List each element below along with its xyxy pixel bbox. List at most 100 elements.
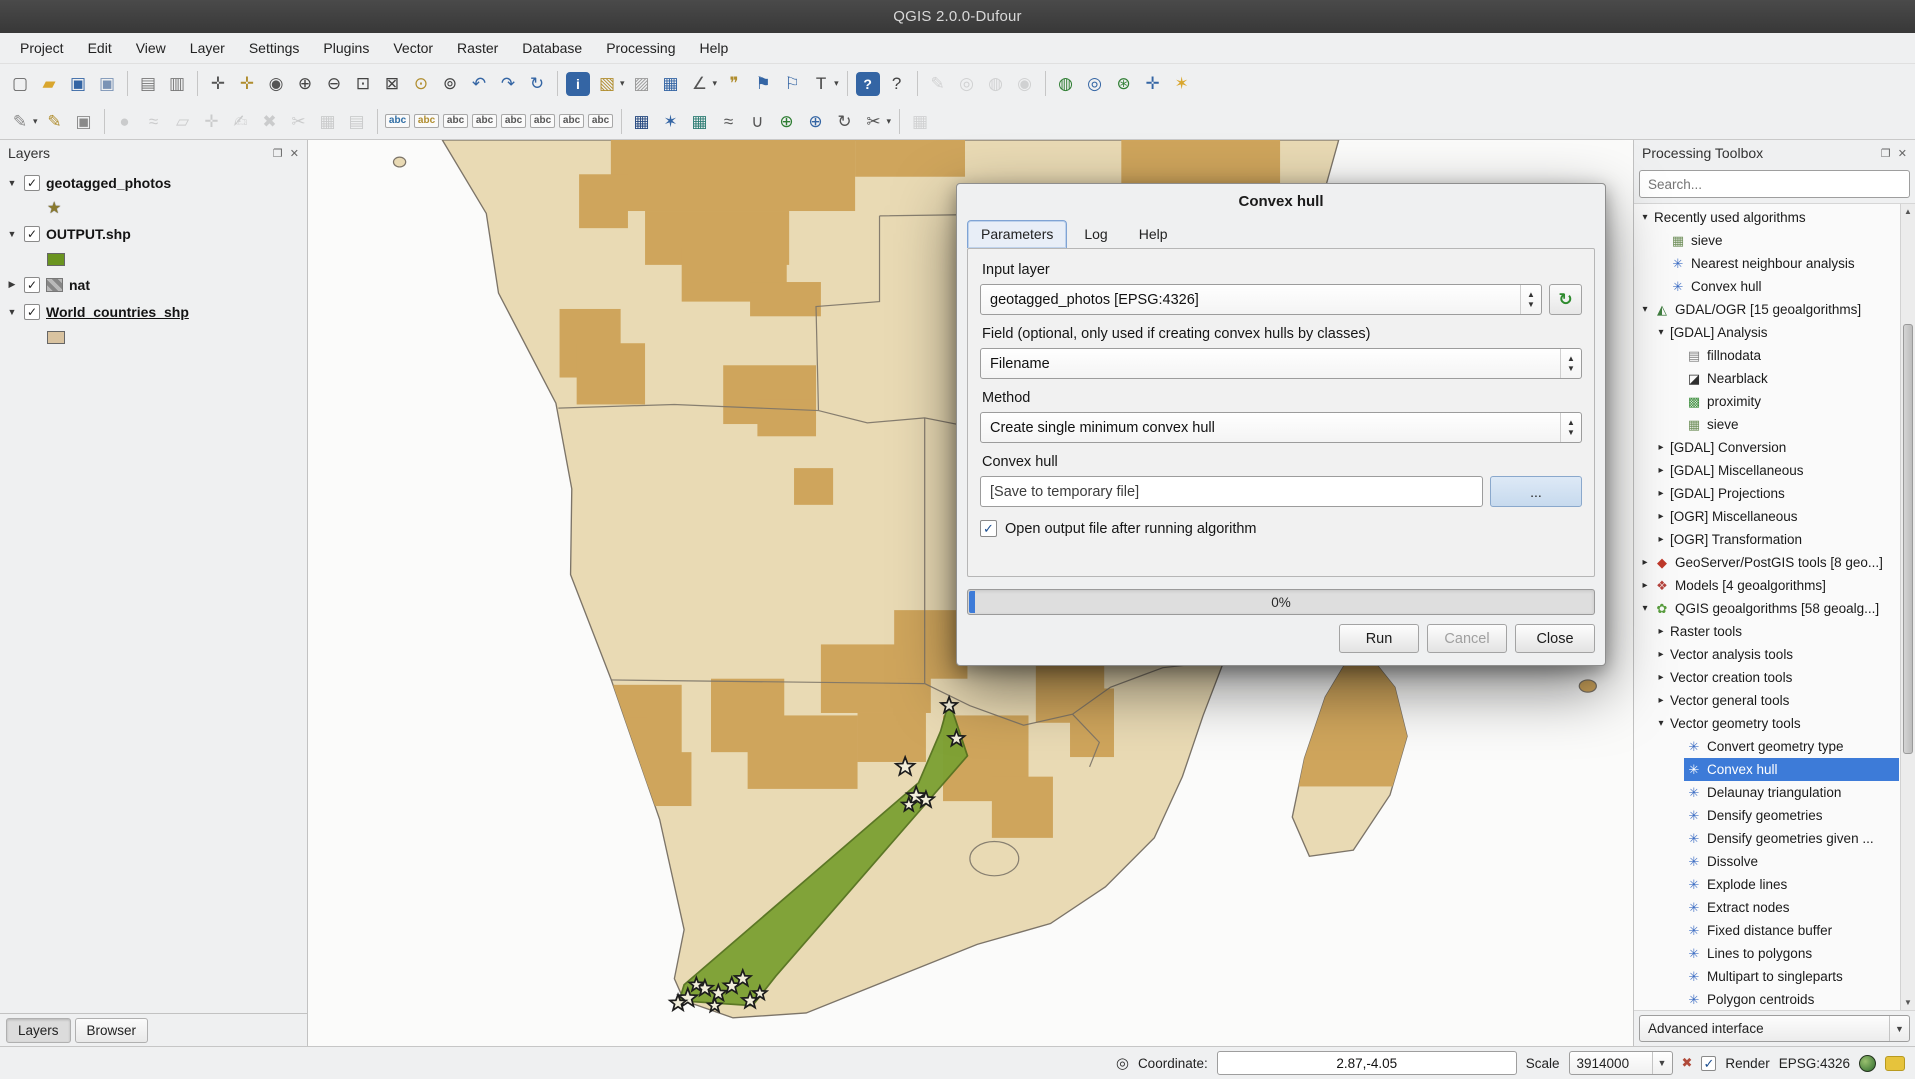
layer-item-OUTPUT.shp[interactable]: ▼ ✓ OUTPUT.shp: [0, 220, 307, 247]
toolbox-item[interactable]: ▸[GDAL] Miscellaneous: [1634, 459, 1899, 482]
open-project-icon[interactable]: ▰: [35, 70, 63, 98]
scroll-down-icon[interactable]: ▼: [1901, 995, 1915, 1010]
expand-arrow-icon[interactable]: ▸: [1654, 695, 1668, 706]
tab-layers[interactable]: Layers: [6, 1018, 71, 1043]
toolbox-item[interactable]: ✳Nearest neighbour analysis: [1634, 252, 1899, 275]
spinner-arrows-icon[interactable]: ▲▼: [1560, 413, 1581, 442]
toolbox-item[interactable]: ✳Densify geometries given ...: [1634, 827, 1899, 850]
save-project-icon[interactable]: ▣: [64, 70, 92, 98]
new-project-icon[interactable]: ▢: [6, 70, 34, 98]
expand-arrow-icon[interactable]: ▶: [6, 279, 18, 290]
expand-arrow-icon[interactable]: ▸: [1654, 488, 1668, 499]
expand-arrow-icon[interactable]: ▸: [1654, 511, 1668, 522]
menu-database[interactable]: Database: [510, 36, 594, 60]
layer-visibility-checkbox[interactable]: ✓: [24, 277, 40, 293]
toolbox-item[interactable]: ▸Vector creation tools: [1634, 666, 1899, 689]
dropdown-arrow-icon[interactable]: ▾: [713, 78, 718, 89]
toolbox-item[interactable]: ◪Nearblack: [1634, 367, 1899, 390]
toolbox-item[interactable]: ✳Extract nodes: [1634, 896, 1899, 919]
scroll-up-icon[interactable]: ▲: [1901, 204, 1915, 219]
toolbox-item[interactable]: ▾Recently used algorithms: [1634, 206, 1899, 229]
touch-zoom-icon[interactable]: ◉: [262, 70, 290, 98]
toolbox-item[interactable]: ✳Delaunay triangulation: [1634, 781, 1899, 804]
whats-this-icon[interactable]: ?: [883, 70, 911, 98]
refresh-map-icon[interactable]: ↻: [523, 70, 551, 98]
messages-icon[interactable]: [1885, 1056, 1905, 1071]
open-attribute-table-icon[interactable]: ▦: [657, 70, 685, 98]
expand-arrow-icon[interactable]: ▸: [1654, 465, 1668, 476]
open-output-checkbox[interactable]: ✓: [980, 520, 997, 537]
layer-visibility-checkbox[interactable]: ✓: [24, 226, 40, 242]
metasearch-icon[interactable]: ◍: [1052, 70, 1080, 98]
menu-help[interactable]: Help: [687, 36, 740, 60]
expand-arrow-icon[interactable]: ▸: [1654, 534, 1668, 545]
composer-manager-icon[interactable]: ▥: [163, 70, 191, 98]
select-features-icon[interactable]: ▧: [593, 70, 621, 98]
layer-item-World_countries_shp[interactable]: ▼✓World_countries_shp: [0, 298, 307, 325]
toolbox-item[interactable]: ✳Dissolve: [1634, 850, 1899, 873]
toolbox-item[interactable]: ✳Multipart to singleparts: [1634, 965, 1899, 988]
interface-mode-select[interactable]: Advanced interface ▼: [1639, 1015, 1910, 1042]
layer-name[interactable]: World_countries_shp: [46, 304, 189, 320]
menu-project[interactable]: Project: [8, 36, 76, 60]
split-features-icon[interactable]: ✂: [860, 107, 888, 135]
offset-curve-icon[interactable]: ∪: [744, 107, 772, 135]
toolbox-item[interactable]: ✳Convert geometry type: [1634, 735, 1899, 758]
toolbox-item[interactable]: ▾◭GDAL/OGR [15 geoalgorithms]: [1634, 298, 1899, 321]
menu-plugins[interactable]: Plugins: [311, 36, 381, 60]
text-annotation-icon[interactable]: T: [807, 70, 835, 98]
window-titlebar[interactable]: QGIS 2.0.0-Dufour: [0, 0, 1915, 33]
toolbox-item[interactable]: ▾[GDAL] Analysis: [1634, 321, 1899, 344]
toolbox-item[interactable]: ✳Convex hull: [1634, 758, 1899, 781]
deselect-features-icon[interactable]: ▨: [628, 70, 656, 98]
epsg-status[interactable]: EPSG:4326: [1779, 1056, 1850, 1071]
toolbox-item[interactable]: ✳Convex hull: [1634, 275, 1899, 298]
toolbox-item[interactable]: ▸❖Models [4 geoalgorithms]: [1634, 574, 1899, 597]
tab-parameters[interactable]: Parameters: [967, 220, 1067, 248]
zoom-full-icon[interactable]: ⊠: [378, 70, 406, 98]
identify-features-icon[interactable]: i: [566, 72, 590, 96]
pan-map-icon[interactable]: ✛: [204, 70, 232, 98]
dropdown-arrow-icon[interactable]: ▾: [620, 78, 625, 89]
label-options-icon[interactable]: abc: [413, 107, 441, 135]
layer-visibility-checkbox[interactable]: ✓: [24, 175, 40, 191]
menu-raster[interactable]: Raster: [445, 36, 510, 60]
dropdown-arrow-icon[interactable]: ▾: [834, 78, 839, 89]
map-tips-icon[interactable]: ❞: [720, 70, 748, 98]
move-label-icon[interactable]: abc: [442, 107, 470, 135]
save-layer-edits-icon[interactable]: ▣: [70, 107, 98, 135]
zoom-out-icon[interactable]: ⊖: [320, 70, 348, 98]
toolbox-item[interactable]: ✳Polygon centroids: [1634, 988, 1899, 1011]
globe-plugin-icon[interactable]: ⊕: [773, 107, 801, 135]
zoom-last-icon[interactable]: ↶: [465, 70, 493, 98]
collapse-arrow-icon[interactable]: ▾: [1638, 304, 1652, 315]
menu-vector[interactable]: Vector: [381, 36, 445, 60]
menu-layer[interactable]: Layer: [178, 36, 237, 60]
zoom-to-layer-icon[interactable]: ⊚: [436, 70, 464, 98]
change-label-icon[interactable]: abc: [500, 107, 528, 135]
vector-analysis-icon[interactable]: ✶: [657, 107, 685, 135]
scrollbar-thumb[interactable]: [1903, 324, 1913, 754]
menu-processing[interactable]: Processing: [594, 36, 687, 60]
toolbox-item[interactable]: ✳Explode lines: [1634, 873, 1899, 896]
globe-icon[interactable]: ⊛: [1110, 70, 1138, 98]
save-project-as-icon[interactable]: ▣: [93, 70, 121, 98]
toolbox-item[interactable]: ▸◆GeoServer/PostGIS tools [8 geo...]: [1634, 551, 1899, 574]
coordinate-input[interactable]: [1217, 1051, 1517, 1075]
scrollbar[interactable]: ▲ ▼: [1900, 204, 1915, 1010]
method-select[interactable]: Create single minimum convex hull ▲▼: [980, 412, 1582, 443]
expand-arrow-icon[interactable]: ▸: [1638, 580, 1652, 591]
tab-log[interactable]: Log: [1070, 220, 1121, 248]
collapse-arrow-icon[interactable]: ▼: [6, 229, 18, 239]
toolbox-item[interactable]: ▤fillnodata: [1634, 344, 1899, 367]
close-panel-icon[interactable]: ✕: [290, 147, 299, 160]
toolbox-item[interactable]: ▸[GDAL] Projections: [1634, 482, 1899, 505]
new-bookmark-icon[interactable]: ⚑: [749, 70, 777, 98]
iterate-layer-button[interactable]: ↻: [1549, 284, 1582, 315]
zoom-to-selection-icon[interactable]: ⊙: [407, 70, 435, 98]
toolbox-item[interactable]: ▦sieve: [1634, 413, 1899, 436]
layer-name[interactable]: OUTPUT.shp: [46, 226, 131, 242]
coordinate-capture-icon[interactable]: ✛: [1139, 70, 1167, 98]
pan-to-selection-icon[interactable]: ✛: [233, 70, 261, 98]
menu-edit[interactable]: Edit: [76, 36, 124, 60]
